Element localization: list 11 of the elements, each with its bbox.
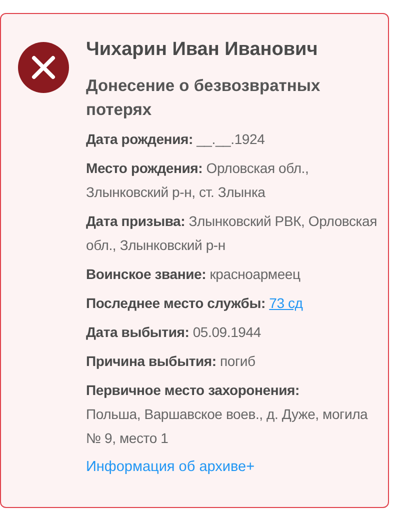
person-name: Чихарин Иван Иванович [86,38,319,62]
unit-link[interactable]: 73 сд [269,294,303,310]
document-title: Донесение о безвозвратных потерях [86,76,322,120]
field-text: Дата выбытия: 05.09.1944 [86,322,262,342]
field-text: Дата рождения: __.__.1924 [86,130,266,149]
field-text: Последнее место службы: 73 сд [86,294,304,313]
field-text: Первичное место захоронения: Польша, Варшавское воев., д. Дуже, могила № 9, место 1 [86,380,369,448]
field-text: Причина выбытия: погиб [86,352,256,371]
field-text: Воинское звание: красноармеец [86,264,302,284]
field-text: Место рождения: Орловская обл., Злынковский р-н, ст. Злынка [86,158,310,202]
archive-info-link[interactable]: Информация об архиве+ [86,456,255,478]
